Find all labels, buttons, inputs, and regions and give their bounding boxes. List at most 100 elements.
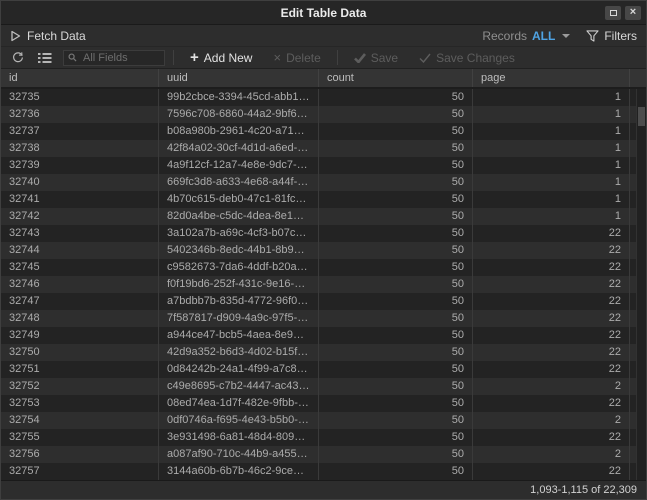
cell-uuid[interactable]: 4b70c615-deb0-47c1-81fc-f6fa42b2 — [159, 191, 319, 208]
cell-id[interactable]: 32748 — [1, 310, 159, 327]
cell-id[interactable]: 32755 — [1, 429, 159, 446]
cell-uuid[interactable]: c9582673-7da6-4ddf-b20a-343422d — [159, 259, 319, 276]
cell-count[interactable]: 50 — [319, 327, 473, 344]
cell-page[interactable]: 1 — [473, 174, 630, 191]
save-button[interactable]: Save — [346, 51, 406, 65]
table-row[interactable]: 32743 3a102a7b-a69c-4cf3-b07c-fc844ce0 5… — [1, 225, 646, 242]
cell-page[interactable]: 1 — [473, 106, 630, 123]
cell-page[interactable]: 2 — [473, 378, 630, 395]
table-row[interactable]: 32751 0d84242b-24a1-4f99-a7c8-bf8750b 50… — [1, 361, 646, 378]
cell-id[interactable]: 32746 — [1, 276, 159, 293]
table-row[interactable]: 32740 669fc3d8-a633-4e68-a44f-8362e54 50… — [1, 174, 646, 191]
table-row[interactable]: 32750 42d9a352-b6d3-4d02-b15f-281f5bc 50… — [1, 344, 646, 361]
close-button[interactable]: × — [625, 6, 641, 20]
cell-count[interactable]: 50 — [319, 225, 473, 242]
cell-count[interactable]: 50 — [319, 191, 473, 208]
cell-uuid[interactable]: a944ce47-bcb5-4aea-8e98-f8e9e7b — [159, 327, 319, 344]
cell-count[interactable]: 50 — [319, 293, 473, 310]
cell-page[interactable]: 22 — [473, 463, 630, 480]
cell-uuid[interactable]: f0f19bd6-252f-431c-9e16-831fcf867 — [159, 276, 319, 293]
cell-count[interactable]: 50 — [319, 106, 473, 123]
cell-id[interactable]: 32753 — [1, 395, 159, 412]
table-row[interactable]: 32744 5402346b-8edc-44b1-8b9c-12d2431 50… — [1, 242, 646, 259]
table-row[interactable]: 32753 08ed74ea-1d7f-482e-9fbb-fba1c3a6 5… — [1, 395, 646, 412]
table-row[interactable]: 32736 7596c708-6860-44a2-9bf6-772a12c 50… — [1, 106, 646, 123]
vertical-scrollbar[interactable] — [636, 89, 646, 480]
cell-count[interactable]: 50 — [319, 395, 473, 412]
cell-count[interactable]: 50 — [319, 429, 473, 446]
cell-id[interactable]: 32749 — [1, 327, 159, 344]
fetch-data-button[interactable]: Fetch Data — [10, 29, 86, 43]
cell-id[interactable]: 32752 — [1, 378, 159, 395]
table-row[interactable]: 32757 3144a60b-6b7b-46c2-9ce5-4fde857 50… — [1, 463, 646, 480]
table-row[interactable]: 32742 82d0a4be-c5dc-4dea-8e1d-6a898e0 50… — [1, 208, 646, 225]
cell-id[interactable]: 32738 — [1, 140, 159, 157]
cell-count[interactable]: 50 — [319, 361, 473, 378]
cell-count[interactable]: 50 — [319, 412, 473, 429]
table-row[interactable]: 32756 a087af90-710c-44b9-a455-db8b6ae 50… — [1, 446, 646, 463]
table-row[interactable]: 32745 c9582673-7da6-4ddf-b20a-343422d 50… — [1, 259, 646, 276]
cell-page[interactable]: 22 — [473, 242, 630, 259]
cell-uuid[interactable]: 3e931498-6a81-48d4-8092-8d0a06 — [159, 429, 319, 446]
cell-uuid[interactable]: b08a980b-2961-4c20-a71b-b63671 — [159, 123, 319, 140]
cell-uuid[interactable]: 3144a60b-6b7b-46c2-9ce5-4fde857 — [159, 463, 319, 480]
delete-button[interactable]: × Delete — [265, 51, 328, 65]
cell-page[interactable]: 1 — [473, 123, 630, 140]
cell-count[interactable]: 50 — [319, 344, 473, 361]
cell-uuid[interactable]: c49e8695-c7b2-4447-ac43-cd59cab — [159, 378, 319, 395]
cell-page[interactable]: 1 — [473, 191, 630, 208]
cell-page[interactable]: 1 — [473, 208, 630, 225]
cell-id[interactable]: 32743 — [1, 225, 159, 242]
search-input[interactable] — [81, 51, 160, 65]
cell-id[interactable]: 32745 — [1, 259, 159, 276]
cell-uuid[interactable]: 669fc3d8-a633-4e68-a44f-8362e54 — [159, 174, 319, 191]
maximize-button[interactable] — [605, 6, 621, 20]
cell-uuid[interactable]: 99b2cbce-3394-45cd-abb1-a93341a — [159, 89, 319, 106]
cell-page[interactable]: 22 — [473, 225, 630, 242]
table-row[interactable]: 32735 99b2cbce-3394-45cd-abb1-a93341a 50… — [1, 89, 646, 106]
cell-page[interactable]: 1 — [473, 140, 630, 157]
cell-page[interactable]: 22 — [473, 395, 630, 412]
cell-page[interactable]: 22 — [473, 327, 630, 344]
cell-id[interactable]: 32751 — [1, 361, 159, 378]
cell-count[interactable]: 50 — [319, 174, 473, 191]
cell-page[interactable]: 22 — [473, 429, 630, 446]
cell-count[interactable]: 50 — [319, 157, 473, 174]
cell-page[interactable]: 1 — [473, 89, 630, 106]
cell-id[interactable]: 32737 — [1, 123, 159, 140]
cell-uuid[interactable]: 08ed74ea-1d7f-482e-9fbb-fba1c3a6 — [159, 395, 319, 412]
table-row[interactable]: 32754 0df0746a-f695-4e43-b5b0-150a16b 50… — [1, 412, 646, 429]
records-dropdown[interactable]: Records ALL — [482, 29, 570, 43]
cell-count[interactable]: 50 — [319, 276, 473, 293]
column-header-page[interactable]: page — [473, 69, 630, 87]
cell-count[interactable]: 50 — [319, 208, 473, 225]
cell-count[interactable]: 50 — [319, 463, 473, 480]
cell-id[interactable]: 32756 — [1, 446, 159, 463]
column-header-uuid[interactable]: uuid — [159, 69, 319, 87]
cell-page[interactable]: 22 — [473, 293, 630, 310]
table-row[interactable]: 32739 4a9f12cf-12a7-4e8e-9dc7-81633257 5… — [1, 157, 646, 174]
cell-count[interactable]: 50 — [319, 310, 473, 327]
cell-uuid[interactable]: 0d84242b-24a1-4f99-a7c8-bf8750b — [159, 361, 319, 378]
save-changes-button[interactable]: Save Changes — [411, 51, 523, 65]
cell-uuid[interactable]: 3a102a7b-a69c-4cf3-b07c-fc844ce0 — [159, 225, 319, 242]
table-row[interactable]: 32749 a944ce47-bcb5-4aea-8e98-f8e9e7b 50… — [1, 327, 646, 344]
cell-page[interactable]: 22 — [473, 310, 630, 327]
cell-id[interactable]: 32742 — [1, 208, 159, 225]
cell-count[interactable]: 50 — [319, 89, 473, 106]
table-row[interactable]: 32741 4b70c615-deb0-47c1-81fc-f6fa42b2 5… — [1, 191, 646, 208]
cell-uuid[interactable]: 42f84a02-30cf-4d1d-a6ed-502010bf — [159, 140, 319, 157]
cell-uuid[interactable]: 7f587817-d909-4a9c-97f5-34d4dac5 — [159, 310, 319, 327]
cell-uuid[interactable]: a7bdbb7b-835d-4772-96f0-b8c1e6a — [159, 293, 319, 310]
cell-count[interactable]: 50 — [319, 259, 473, 276]
add-new-button[interactable]: + Add New — [182, 50, 260, 65]
table-row[interactable]: 32737 b08a980b-2961-4c20-a71b-b63671 50 … — [1, 123, 646, 140]
cell-id[interactable]: 32739 — [1, 157, 159, 174]
column-header-id[interactable]: id — [1, 69, 159, 87]
cell-id[interactable]: 32735 — [1, 89, 159, 106]
cell-uuid[interactable]: 82d0a4be-c5dc-4dea-8e1d-6a898e0 — [159, 208, 319, 225]
cell-id[interactable]: 32744 — [1, 242, 159, 259]
cell-page[interactable]: 22 — [473, 276, 630, 293]
cell-page[interactable]: 2 — [473, 446, 630, 463]
table-row[interactable]: 32748 7f587817-d909-4a9c-97f5-34d4dac5 5… — [1, 310, 646, 327]
